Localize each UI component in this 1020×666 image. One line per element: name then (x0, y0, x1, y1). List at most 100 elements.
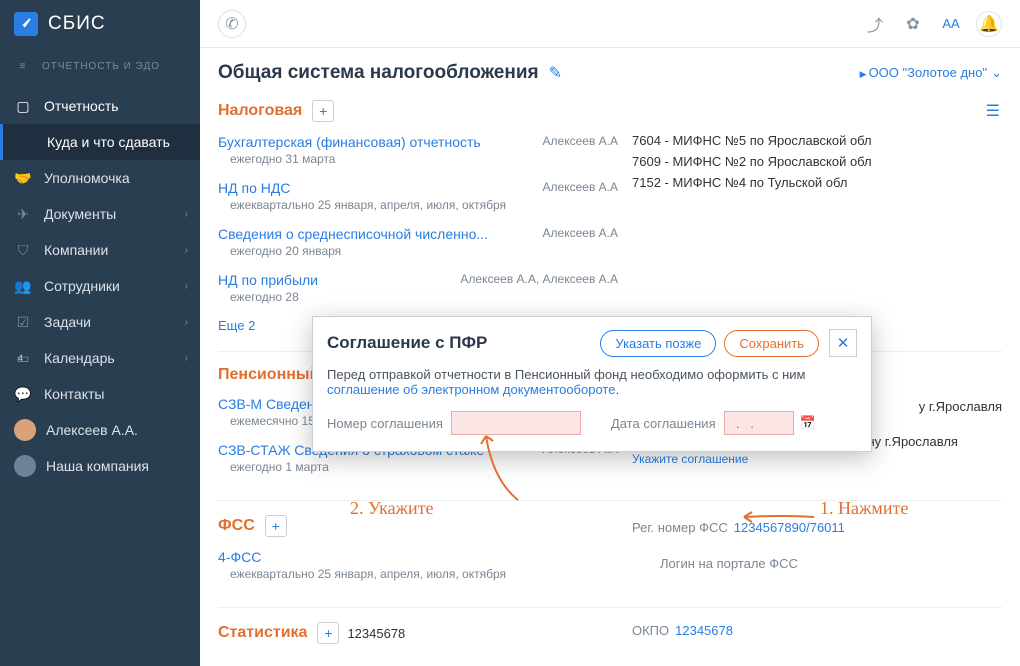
nav-tasks[interactable]: ☑Задачи› (0, 304, 200, 340)
brand-logo-icon (14, 12, 38, 36)
report-link[interactable]: НД по прибыли (218, 272, 318, 288)
specify-agreement-link[interactable]: Укажите соглашение (632, 452, 1002, 466)
section-fss-title[interactable]: ФСС (218, 517, 255, 535)
okpo-value[interactable]: 12345678 (675, 623, 733, 638)
checklist-icon: ☑ (14, 314, 32, 331)
chevron-right-icon: › (185, 353, 188, 364)
nav-documents[interactable]: ✈Документы› (0, 196, 200, 232)
triangle-right-icon: ▶ (860, 69, 867, 79)
topbar: ✆ ⤴ ✿ AA 🔔 (200, 0, 1020, 48)
section-subhead[interactable]: ≡ ОТЧЕТНОСТЬ И ЭДО (0, 48, 200, 84)
add-tax-report-button[interactable]: + (312, 100, 334, 122)
report-owner: Алексеев А.А (543, 226, 618, 242)
modal-doc-link[interactable]: соглашение об электронном документооборо… (327, 382, 615, 397)
people-icon: 👥 (14, 278, 32, 295)
report-owner: Алексеев А.А (543, 180, 618, 196)
filter-icon: ☰ (986, 103, 1000, 120)
shield-icon: ⛉ (14, 242, 32, 259)
section-pension-title[interactable]: Пенсионный (218, 366, 319, 384)
add-stat-report-button[interactable]: + (317, 622, 339, 644)
page-title: Общая система налогообложения (218, 62, 539, 84)
upload-icon: ⤴ (867, 12, 883, 36)
document-icon: ▢ (14, 98, 32, 115)
report-link[interactable]: НД по НДС (218, 180, 290, 196)
nav-user[interactable]: Алексеев А.А. (0, 412, 200, 448)
gear-icon: ✿ (906, 14, 919, 34)
calendar-badge: 4 (18, 353, 23, 363)
report-row: 4-ФСС ежеквартально 25 января, апреля, и… (218, 545, 618, 591)
upload-button[interactable]: ⤴ (862, 11, 888, 37)
report-link[interactable]: Бухгалтерская (финансовая) отчетность (218, 134, 481, 150)
close-icon: ✕ (837, 334, 850, 352)
settings-button[interactable]: ✿ (900, 11, 926, 37)
font-icon: AA (942, 16, 959, 31)
nav-sub-where[interactable]: Куда и что сдавать (0, 124, 200, 160)
fss-login-label: Логин на портале ФСС (660, 556, 798, 571)
nav-authorization[interactable]: 🤝Уполномочка (0, 160, 200, 196)
company-selector[interactable]: ▶ООО "Золотое дно"⌄ (860, 65, 1002, 81)
fss-reg-value[interactable]: 1234567890/76011 (734, 520, 845, 535)
notifications-button[interactable]: 🔔 (976, 11, 1002, 37)
report-row: НД по НДС Алексеев А.А ежеквартально 25 я… (218, 176, 618, 222)
nav-our-company[interactable]: Наша компания (0, 448, 200, 484)
report-owner: Алексеев А.А (543, 134, 618, 150)
more-link[interactable]: Еще 2 (218, 318, 255, 333)
brand-text: СБИС (48, 13, 106, 35)
tax-office: 7609 - МИФНС №2 по Ярославской обл (632, 151, 1002, 172)
report-row: Бухгалтерская (финансовая) отчетность Але… (218, 130, 618, 176)
report-schedule: ежегодно 28 (218, 288, 618, 310)
user-avatar (14, 419, 36, 441)
nav-calendar[interactable]: ▭4Календарь› (0, 340, 200, 376)
chevron-right-icon: › (185, 317, 188, 328)
chat-icon: 💬 (14, 386, 32, 403)
agreement-date-label: Дата соглашения (611, 416, 716, 431)
close-button[interactable]: ✕ (829, 329, 857, 357)
report-link[interactable]: Сведения о среднесписочной численно... (218, 226, 488, 242)
nav-reports[interactable]: ▢Отчетность (0, 88, 200, 124)
tax-office: 7152 - МИФНС №4 по Тульской обл (632, 172, 1002, 193)
hamburger-icon: ≡ (14, 61, 32, 72)
agreement-date-input[interactable] (724, 411, 794, 435)
nav-contacts[interactable]: 💬Контакты (0, 376, 200, 412)
modal-text: Перед отправкой отчетности в Пенсионный … (327, 367, 805, 382)
agreement-number-label: Номер соглашения (327, 416, 443, 431)
report-schedule: ежеквартально 25 января, апреля, июля, о… (218, 196, 618, 218)
chevron-right-icon: › (185, 245, 188, 256)
nav-companies[interactable]: ⛉Компании› (0, 232, 200, 268)
brand-row: СБИС (0, 0, 200, 48)
section-tax-title[interactable]: Налоговая (218, 102, 302, 120)
report-link[interactable]: 4-ФСС (218, 549, 261, 565)
later-button[interactable]: Указать позже (600, 330, 716, 357)
edit-title-button[interactable]: ✎ (549, 63, 562, 83)
bell-icon: 🔔 (979, 14, 999, 34)
filter-button[interactable]: ☰ (986, 101, 1000, 121)
nav-employees[interactable]: 👥Сотрудники› (0, 268, 200, 304)
calendar-icon: 📅 (800, 415, 816, 430)
modal-title: Соглашение с ПФР (327, 333, 592, 353)
report-schedule: ежегодно 20 января (218, 242, 618, 264)
okpo-label: ОКПО (632, 623, 669, 638)
handshake-icon: 🤝 (14, 170, 32, 187)
phone-button[interactable]: ✆ (218, 10, 246, 38)
subhead-label: ОТЧЕТНОСТЬ И ЭДО (42, 61, 160, 72)
chevron-down-icon: ⌄ (991, 65, 1002, 80)
report-schedule: ежеквартально 25 января, апреля, июля, о… (218, 565, 618, 587)
fss-reg-label: Рег. номер ФСС (632, 520, 728, 535)
section-stat-title[interactable]: Статистика (218, 624, 307, 642)
calendar-picker-button[interactable]: 📅 (800, 415, 816, 431)
send-icon: ✈ (14, 206, 32, 223)
save-button[interactable]: Сохранить (724, 330, 819, 357)
add-fss-report-button[interactable]: + (265, 515, 287, 537)
pencil-icon: ✎ (549, 65, 562, 82)
agreement-number-input[interactable] (451, 411, 581, 435)
report-owner: Алексеев А.А, Алексеев А.А (460, 272, 618, 288)
phone-icon: ✆ (225, 14, 238, 34)
report-row: НД по прибылиАлексеев А.А, Алексеев А.А … (218, 268, 618, 314)
report-row: Сведения о среднесписочной численно... Ал… (218, 222, 618, 268)
stat-value: 12345678 (347, 626, 405, 641)
agreement-modal: Соглашение с ПФР Указать позже Сохранить… (312, 316, 872, 452)
tax-office: 7604 - МИФНС №5 по Ярославской обл (632, 130, 1002, 151)
chevron-right-icon: › (185, 281, 188, 292)
fontsize-button[interactable]: AA (938, 11, 964, 37)
report-schedule: ежегодно 31 марта (218, 150, 618, 172)
